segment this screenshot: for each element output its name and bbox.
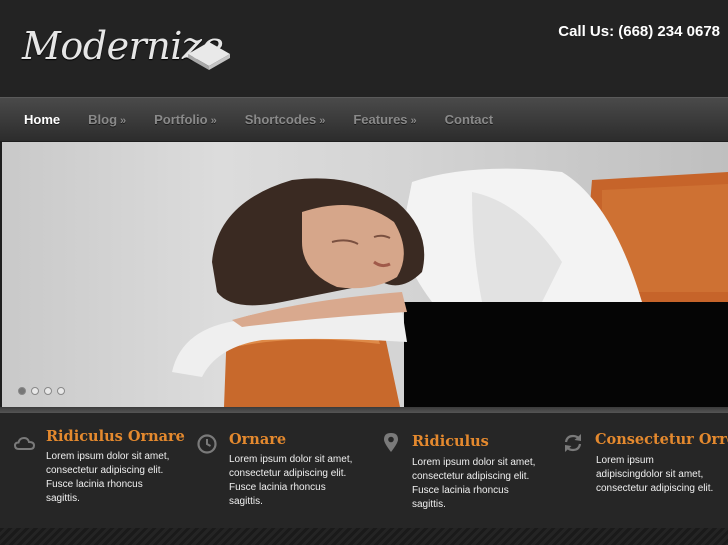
map-pin-icon: [384, 433, 398, 452]
refresh-icon: [564, 434, 582, 452]
nav-item-blog[interactable]: Blog»: [88, 112, 126, 127]
clock-icon: [197, 434, 217, 454]
phone-number: Call Us: (668) 234 0678: [558, 23, 720, 40]
nav-item-label: Portfolio: [154, 112, 208, 127]
cloud-icon: [14, 436, 36, 450]
feature-text: Lorem ipsum dolor sit amet, consectetur …: [412, 457, 536, 510]
nav-item-label: Home: [24, 112, 61, 127]
feature-title[interactable]: Ridiculus: [412, 433, 489, 450]
nav-item-label: Contact: [444, 112, 494, 127]
logo-diamond-icon: [188, 42, 230, 70]
slider-dot-4[interactable]: [57, 387, 65, 395]
features-section: Ridiculus Ornare Lorem ipsum dolor sit a…: [0, 413, 728, 528]
submenu-arrow-icon: »: [410, 115, 417, 127]
feature-text: Lorem ipsum adipiscingdolor sit amet, co…: [596, 455, 714, 494]
hero-slider[interactable]: [2, 142, 728, 407]
nav-item-contact[interactable]: Contact: [445, 112, 493, 127]
nav-item-shortcodes[interactable]: Shortcodes»: [245, 112, 326, 127]
slider-dot-3[interactable]: [44, 387, 52, 395]
nav-item-portfolio[interactable]: Portfolio»: [154, 112, 217, 127]
submenu-arrow-icon: »: [210, 115, 217, 127]
nav-item-label: Blog: [88, 112, 118, 127]
submenu-arrow-icon: »: [319, 115, 326, 127]
slider-dot-1[interactable]: [18, 387, 26, 395]
nav-item-label: Shortcodes: [244, 112, 317, 127]
feature-title[interactable]: Ridiculus Ornare: [46, 428, 185, 445]
footer-strip: [0, 528, 728, 545]
slider-dot-2[interactable]: [31, 387, 39, 395]
feature-text: Lorem ipsum dolor sit amet, consectetur …: [229, 454, 353, 507]
nav-item-label: Features: [353, 112, 408, 127]
main-navigation: Home Blog» Portfolio» Shortcodes» Featur…: [0, 97, 728, 141]
site-header: Modernize Call Us: (668) 234 0678: [0, 0, 728, 97]
feature-text: Lorem ipsum dolor sit amet, consectetur …: [46, 451, 170, 504]
slider-pagination: [18, 387, 65, 395]
feature-title[interactable]: Ornare: [229, 431, 286, 448]
nav-item-home[interactable]: Home: [24, 112, 60, 127]
submenu-arrow-icon: »: [120, 115, 127, 127]
hero-slide-image: [172, 168, 728, 407]
nav-item-features[interactable]: Features»: [353, 112, 416, 127]
feature-title[interactable]: Consectetur Orre: [595, 431, 728, 448]
